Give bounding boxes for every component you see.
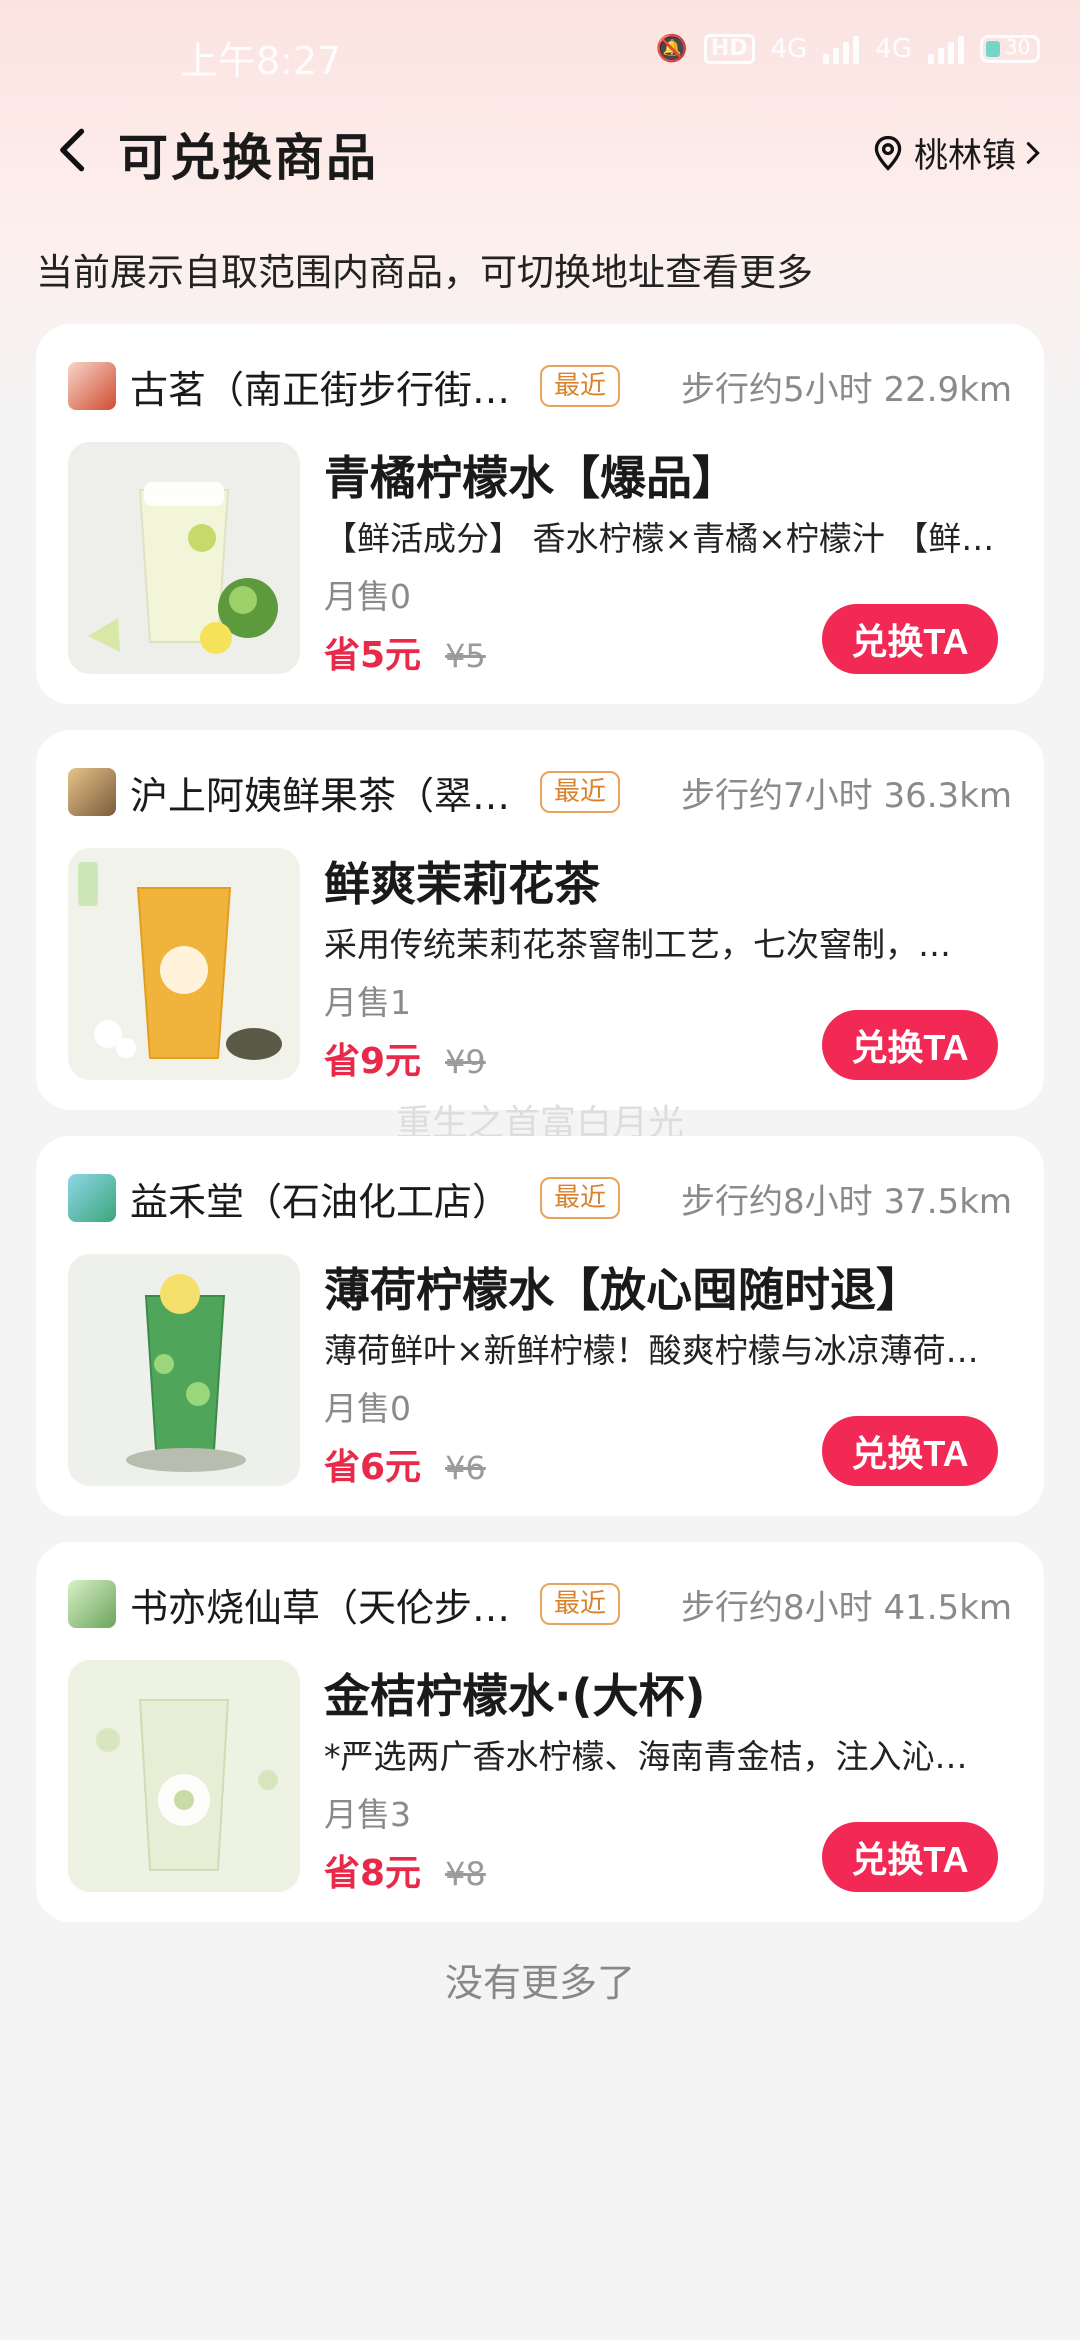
redeem-button[interactable]: 兑换TA	[822, 1010, 998, 1080]
savings-amount: 省6元	[324, 1447, 422, 1488]
jasmine-tea-image	[68, 848, 300, 1080]
product-card[interactable]: 古茗（南正街步行街… 最近 步行约5小时 22.9km 青橘柠檬水【爆品】 【鲜…	[36, 324, 1044, 704]
store-name: 书亦烧仙草（天伦步…	[130, 1585, 511, 1630]
product-description: 【鲜活成分】 香水柠檬×青橘×柠檬汁 【鲜…	[324, 519, 995, 558]
store-name: 古茗（南正街步行街…	[130, 367, 511, 412]
savings-amount: 省9元	[324, 1041, 422, 1082]
product-name: 青橘柠檬水【爆品】	[324, 451, 738, 505]
chevron-right-icon	[1026, 141, 1040, 164]
network-label: 4G	[770, 34, 808, 64]
nearest-badge: 最近	[540, 771, 621, 813]
product-name: 鲜爽茉莉花茶	[324, 857, 600, 911]
savings-amount: 省8元	[324, 1853, 422, 1894]
hd-icon: HD	[703, 34, 755, 64]
chevron-left-icon	[60, 128, 85, 172]
distance-text: 步行约7小时 36.3km	[681, 775, 1012, 816]
nearest-badge: 最近	[540, 365, 621, 407]
distance-text: 步行约8小时 37.5km	[681, 1181, 1012, 1222]
distance-text: 步行约8小时 41.5km	[681, 1587, 1012, 1628]
savings-amount: 省5元	[324, 635, 422, 676]
original-price: ¥6	[445, 1449, 486, 1487]
page-title: 可兑换商品	[118, 129, 378, 187]
location-selector[interactable]: 桃林镇	[872, 128, 1040, 177]
product-description: 薄荷鲜叶×新鲜柠檬！酸爽柠檬与冰凉薄荷…	[324, 1331, 979, 1370]
location-label: 桃林镇	[914, 136, 1016, 176]
original-price: ¥5	[445, 637, 486, 675]
redeem-button[interactable]: 兑换TA	[822, 1822, 998, 1892]
monthly-sales: 月售3	[324, 1795, 411, 1834]
original-price: ¥9	[445, 1043, 486, 1081]
product-card[interactable]: 益禾堂（石油化工店） 最近 步行约8小时 37.5km 薄荷柠檬水【放心囤随时退…	[36, 1136, 1044, 1516]
product-card[interactable]: 沪上阿姨鲜果茶（翠… 最近 步行约7小时 36.3km 鲜爽茉莉花茶 采用传统茉…	[36, 730, 1044, 1110]
product-description: 采用传统茉莉花茶窨制工艺，七次窨制，…	[324, 925, 951, 964]
back-button[interactable]	[56, 128, 90, 172]
redeem-button[interactable]: 兑换TA	[822, 1416, 998, 1486]
product-image[interactable]	[68, 1660, 300, 1892]
monthly-sales: 月售1	[324, 983, 411, 1022]
product-image[interactable]	[68, 442, 300, 674]
monthly-sales: 月售0	[324, 1389, 411, 1428]
product-description: *严选两广香水柠檬、海南青金桔，注入沁…	[324, 1737, 968, 1776]
store-name: 沪上阿姨鲜果茶（翠…	[130, 773, 511, 818]
store-row[interactable]: 书亦烧仙草（天伦步… 最近 步行约8小时 41.5km	[68, 1576, 1012, 1632]
battery-level: 30	[1005, 35, 1031, 59]
signal-icon-2	[928, 34, 964, 64]
kumquat-lemonade-image	[68, 1660, 300, 1892]
product-image[interactable]	[68, 848, 300, 1080]
store-name: 益禾堂（石油化工店）	[130, 1179, 511, 1224]
price-row: 省8元 ¥8	[324, 1844, 486, 1896]
monthly-sales: 月售0	[324, 577, 411, 616]
scope-notice: 当前展示自取范围内商品，可切换地址查看更多	[36, 251, 813, 294]
store-logo	[68, 1580, 116, 1628]
price-row: 省5元 ¥5	[324, 626, 486, 678]
battery-icon: 30	[980, 35, 1040, 63]
location-pin-icon	[874, 135, 902, 171]
signal-icon	[823, 34, 860, 64]
status-bar: 上午8:27 🔕 HD 4G 4G 30	[0, 0, 1080, 110]
nearest-badge: 最近	[540, 1583, 621, 1625]
status-icons: 🔕 HD 4G 4G 30	[656, 34, 1040, 64]
store-logo	[68, 362, 116, 410]
store-row[interactable]: 益禾堂（石油化工店） 最近 步行约8小时 37.5km	[68, 1170, 1012, 1226]
mute-icon: 🔕	[655, 34, 688, 64]
lemon-drink-image	[68, 442, 300, 674]
product-image[interactable]	[68, 1254, 300, 1486]
redeem-button[interactable]: 兑换TA	[822, 604, 998, 674]
product-name: 薄荷柠檬水【放心囤随时退】	[324, 1263, 922, 1317]
end-of-list-text: 没有更多了	[444, 1961, 635, 2005]
nearest-badge: 最近	[540, 1177, 621, 1219]
store-row[interactable]: 古茗（南正街步行街… 最近 步行约5小时 22.9km	[68, 358, 1012, 414]
distance-text: 步行约5小时 22.9km	[681, 369, 1012, 410]
price-row: 省6元 ¥6	[324, 1438, 486, 1490]
store-logo	[68, 768, 116, 816]
network-label-2: 4G	[875, 34, 912, 64]
product-name: 金桔柠檬水·(大杯)	[324, 1669, 706, 1723]
store-logo	[68, 1174, 116, 1222]
status-time: 上午8:27	[180, 39, 342, 83]
original-price: ¥8	[445, 1855, 486, 1893]
price-row: 省9元 ¥9	[324, 1032, 486, 1084]
page-header: 可兑换商品 桃林镇	[0, 110, 1080, 190]
mint-lemonade-image	[68, 1254, 300, 1486]
product-card[interactable]: 书亦烧仙草（天伦步… 最近 步行约8小时 41.5km 金桔柠檬水·(大杯) *…	[36, 1542, 1044, 1922]
store-row[interactable]: 沪上阿姨鲜果茶（翠… 最近 步行约7小时 36.3km	[68, 764, 1012, 820]
